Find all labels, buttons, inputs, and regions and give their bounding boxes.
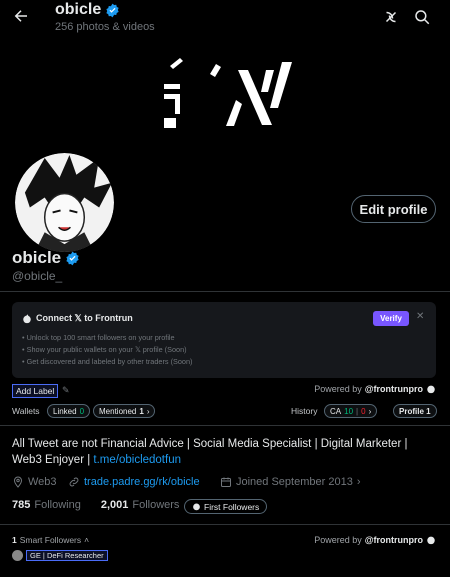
section-divider	[0, 425, 450, 426]
edit-profile-button[interactable]: Edit profile	[351, 195, 436, 223]
bio-link[interactable]: t.me/obicledotfun	[93, 454, 181, 466]
smart-follower-item[interactable]: GE | DeFi Researcher	[12, 550, 108, 561]
powered-prefix: Powered by	[314, 384, 362, 394]
joined-text: Joined September 2013	[236, 476, 353, 488]
add-label-button[interactable]: Add Label	[12, 384, 59, 398]
chevron-up-icon: ˄	[84, 535, 90, 545]
location-text: Web3	[28, 476, 57, 488]
smart-followers-header[interactable]: 1 Smart Followers ˄	[12, 535, 89, 545]
first-followers-label: First Followers	[204, 501, 260, 512]
frontrun-bullet: • Show your public wallets on your 𝕏 pro…	[22, 345, 187, 354]
wallets-label: Wallets	[12, 406, 40, 416]
header-title: obicle	[55, 1, 120, 19]
ca-red-count: 0	[361, 406, 366, 416]
powered-by-frontrun[interactable]: Powered by @frontrunpro	[314, 535, 436, 545]
frontrun-bullet: • Unlock top 100 smart followers on your…	[22, 333, 175, 342]
search-icon[interactable]	[413, 8, 431, 26]
location-pin-icon	[13, 476, 23, 488]
ca-label: CA	[330, 406, 342, 416]
frontrun-title-text: Connect 𝕏 to Frontrun	[36, 313, 133, 323]
linked-count: 0	[79, 406, 85, 416]
website-link[interactable]: trade.padre.gg/rk/obicle	[84, 476, 200, 488]
frontrun-logo-icon	[193, 503, 200, 511]
frontrun-logo-icon	[427, 385, 435, 394]
frontrun-bullet: • Get discovered and labeled by other tr…	[22, 357, 193, 366]
powered-prefix: Powered by	[314, 535, 362, 545]
mentioned-wallets-pill[interactable]: Mentioned 1 ›	[93, 404, 156, 418]
linked-label: Linked	[53, 406, 77, 416]
smart-followers-label: Smart Followers	[19, 535, 82, 545]
verify-button[interactable]: Verify	[373, 311, 409, 326]
chevron-right-icon: ›	[356, 476, 361, 488]
pencil-icon[interactable]: ✎	[62, 385, 70, 396]
mentioned-label: Mentioned	[99, 406, 137, 416]
frontrun-bullets: • Unlock top 100 smart followers on your…	[22, 332, 192, 368]
chevron-right-icon: ›	[368, 406, 372, 416]
joined-meta[interactable]: Joined September 2013 ›	[220, 476, 360, 488]
following-label[interactable]: Following	[34, 499, 80, 511]
profile-history-pill[interactable]: Profile 1	[393, 404, 437, 418]
profile-avatar[interactable]	[12, 150, 117, 255]
followers-count[interactable]: 2,001	[101, 499, 129, 511]
avatar-image	[15, 153, 114, 252]
first-followers-button[interactable]: First Followers	[184, 499, 268, 514]
frontrun-icon[interactable]	[382, 8, 400, 26]
linked-wallets-pill[interactable]: Linked 0	[47, 404, 91, 418]
section-divider	[0, 524, 450, 525]
avatar	[12, 550, 23, 561]
followers-label[interactable]: Followers	[132, 499, 179, 511]
frontrun-logo-icon	[427, 536, 435, 545]
follow-stats: 785 Following 2,001 Followers	[12, 499, 179, 511]
profile-name-row: obicle	[12, 248, 80, 268]
smart-follower-tag: GE | DeFi Researcher	[26, 550, 108, 561]
smart-followers-count: 1	[12, 535, 17, 545]
calendar-icon	[221, 477, 231, 487]
powered-by-frontrun[interactable]: Powered by @frontrunpro	[314, 384, 436, 394]
frontrun-card-title: Connect 𝕏 to Frontrun	[22, 313, 133, 324]
header-name: obicle	[55, 1, 102, 18]
mentioned-count: 1	[139, 406, 144, 416]
pipe-separator: |	[356, 406, 359, 416]
powered-brand: @frontrunpro	[364, 535, 423, 545]
profile-handle: @obicle_	[12, 269, 63, 283]
chevron-right-icon: ›	[146, 406, 150, 416]
ca-green-count: 10	[344, 406, 354, 416]
profile-bio: All Tweet are not Financial Advice | Soc…	[12, 436, 438, 468]
banner-logo-art	[164, 58, 292, 128]
powered-brand: @frontrunpro	[364, 384, 423, 394]
profile-name: obicle	[12, 248, 62, 267]
verified-badge-icon	[106, 3, 119, 17]
following-count[interactable]: 785	[12, 499, 30, 511]
frontrun-logo-icon	[23, 313, 31, 323]
location-meta: Web3	[12, 476, 57, 488]
close-icon[interactable]: ✕	[416, 311, 424, 322]
link-icon	[69, 477, 79, 487]
history-label: History	[291, 406, 318, 416]
back-arrow-icon[interactable]	[12, 7, 30, 25]
verified-badge-icon[interactable]	[65, 251, 80, 266]
section-divider	[0, 291, 450, 292]
ca-history-pill[interactable]: CA 10 | 0 ›	[324, 404, 378, 418]
header-subtitle: 256 photos & videos	[55, 21, 155, 33]
bio-text: All Tweet are not Financial Advice | Soc…	[12, 438, 408, 466]
website-meta[interactable]: trade.padre.gg/rk/obicle	[68, 476, 200, 488]
